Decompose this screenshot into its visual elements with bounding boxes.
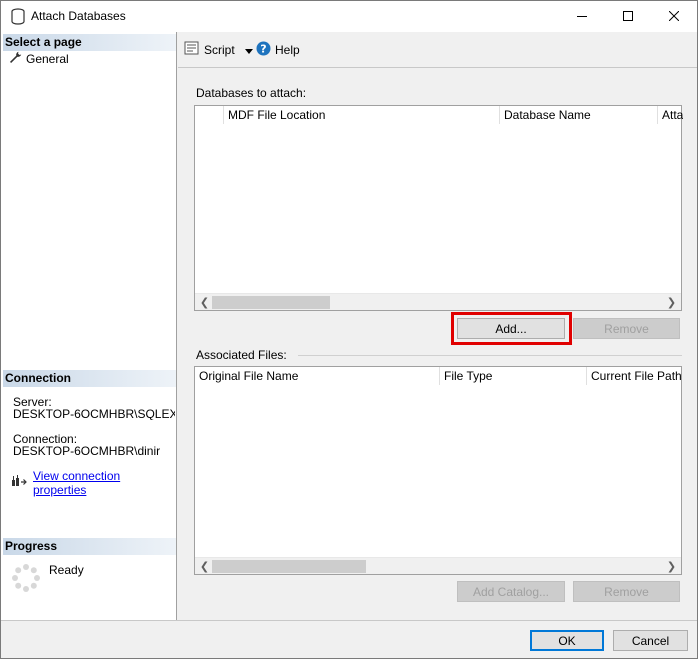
progress-status-row: Ready (11, 563, 84, 596)
column-header[interactable]: Atta (658, 106, 683, 124)
server-label: Server: (13, 396, 52, 408)
maximize-icon (623, 10, 633, 24)
associated-files-divider (298, 355, 682, 356)
left-panel: Select a page General Connection Server:… (1, 32, 177, 620)
add-database-button[interactable]: Add... (457, 318, 565, 339)
files-horizontal-scrollbar[interactable]: ❮ ❯ (195, 557, 681, 574)
ok-button[interactable]: OK (530, 630, 604, 651)
scroll-thumb[interactable] (212, 560, 366, 573)
script-label: Script (204, 42, 235, 57)
script-icon (184, 41, 200, 58)
toolbar: Script ? Help (178, 32, 697, 68)
minimize-button[interactable] (559, 1, 605, 32)
remove-database-button[interactable]: Remove (573, 318, 680, 339)
column-header[interactable]: Original File Name (195, 367, 440, 385)
help-label: Help (275, 43, 300, 57)
scroll-left-icon[interactable]: ❮ (197, 295, 212, 310)
files-grid-header: Original File Name File Type Current Fil… (195, 367, 683, 385)
dropdown-arrow-icon[interactable] (244, 43, 253, 57)
progress-spinner-icon (11, 563, 41, 596)
column-header[interactable]: Current File Path (587, 367, 683, 385)
associated-files-grid[interactable]: Original File Name File Type Current Fil… (194, 366, 682, 575)
connection-value: DESKTOP-6OCMHBR\dinir (13, 445, 161, 457)
progress-status: Ready (49, 563, 84, 577)
scroll-left-icon[interactable]: ❮ (197, 559, 212, 574)
scroll-thumb[interactable] (212, 296, 330, 309)
window-title: Attach Databases (31, 9, 126, 23)
select-page-header: Select a page (3, 34, 176, 51)
scroll-right-icon[interactable]: ❯ (664, 559, 679, 574)
close-icon (668, 10, 680, 24)
databases-label: Databases to attach: (196, 86, 307, 100)
cancel-button[interactable]: Cancel (613, 630, 688, 651)
associated-files-label: Associated Files: (196, 348, 287, 362)
help-button[interactable]: ? Help (256, 41, 300, 59)
view-connection-link[interactable]: View connection properties (33, 469, 176, 497)
dialog-footer: OK Cancel (1, 620, 697, 658)
connection-plug-icon (11, 474, 27, 492)
title-bar: Attach Databases (1, 1, 697, 32)
help-icon: ? (256, 41, 271, 59)
svg-text:?: ? (260, 43, 266, 56)
column-header[interactable]: Database Name (500, 106, 658, 124)
column-header[interactable]: File Type (440, 367, 587, 385)
database-icon (11, 8, 25, 25)
attach-databases-window: Attach Databases Select a page General C… (0, 0, 698, 659)
page-item-label: General (26, 52, 69, 66)
server-value: DESKTOP-6OCMHBR\SQLEXPR (13, 408, 175, 420)
scroll-right-icon[interactable]: ❯ (664, 295, 679, 310)
close-button[interactable] (651, 1, 697, 32)
content-area: Databases to attach: MDF File Location D… (178, 68, 697, 620)
databases-horizontal-scrollbar[interactable]: ❮ ❯ (195, 293, 681, 310)
connection-label: Connection: (13, 433, 78, 445)
remove-file-button[interactable]: Remove (573, 581, 680, 602)
databases-grid[interactable]: MDF File Location Database Name Atta ❮ ❯ (194, 105, 683, 311)
connection-header: Connection (3, 370, 176, 387)
row-header-column (195, 106, 224, 124)
column-header[interactable]: MDF File Location (224, 106, 500, 124)
script-button[interactable]: Script (184, 41, 253, 58)
maximize-button[interactable] (605, 1, 651, 32)
databases-grid-header: MDF File Location Database Name Atta (195, 106, 683, 124)
view-connection-properties[interactable]: View connection properties (11, 469, 176, 497)
wrench-icon (9, 51, 22, 67)
add-catalog-button[interactable]: Add Catalog... (457, 581, 565, 602)
minimize-icon (577, 10, 587, 24)
page-item-general[interactable]: General (9, 51, 69, 67)
progress-header: Progress (3, 538, 176, 555)
